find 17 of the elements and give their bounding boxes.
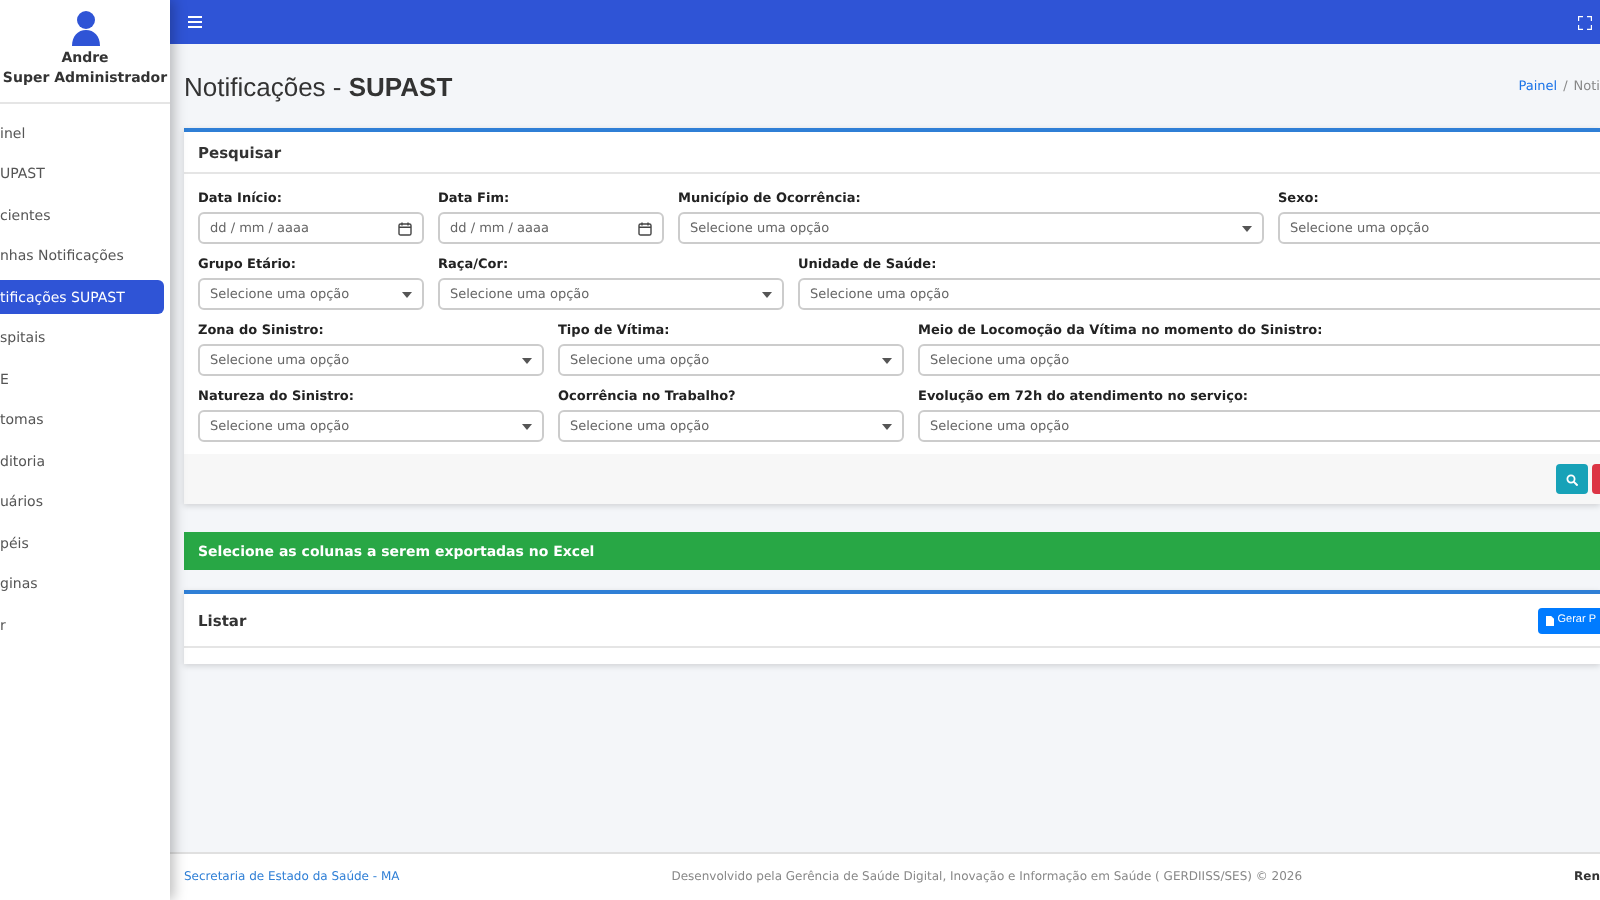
file-icon	[1545, 615, 1554, 625]
caret-icon	[882, 357, 892, 363]
search-icon	[1566, 473, 1578, 485]
caret-icon	[762, 291, 772, 297]
calendar-icon	[638, 221, 652, 235]
clear-button[interactable]	[1592, 464, 1600, 494]
calendar-icon	[398, 221, 412, 235]
caret-icon	[882, 423, 892, 429]
caret-icon	[522, 357, 532, 363]
page-title: Notificações - SUPAST	[184, 71, 453, 101]
fullscreen-icon[interactable]	[1578, 15, 1592, 29]
search-button[interactable]	[1556, 464, 1588, 494]
caret-icon	[1242, 225, 1252, 231]
user-avatar-icon	[71, 10, 99, 46]
menu-icon[interactable]	[188, 16, 202, 28]
caret-icon	[522, 423, 532, 429]
caret-icon	[402, 291, 412, 297]
